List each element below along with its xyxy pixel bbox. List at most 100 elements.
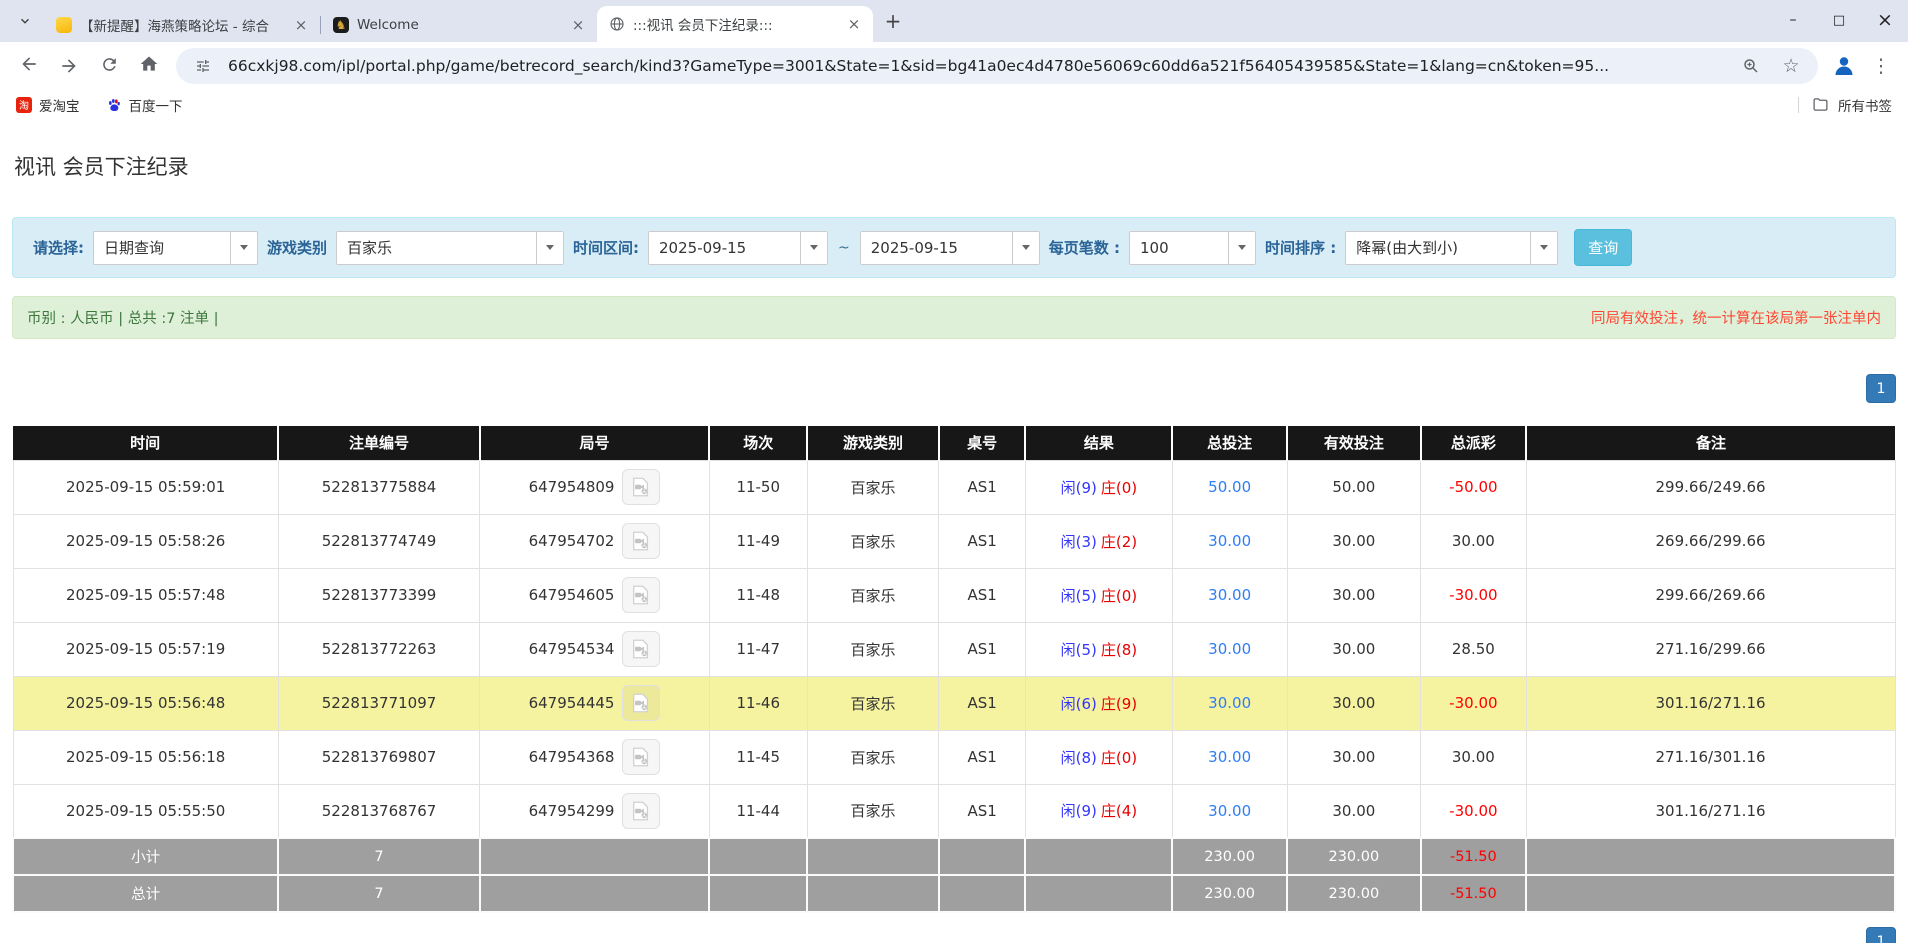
home-button[interactable] [130, 47, 168, 85]
per-page-select[interactable]: 100 [1129, 231, 1256, 265]
bookmark-taobao[interactable]: 淘 爱淘宝 [16, 95, 80, 115]
table-row[interactable]: 2025-09-15 05:57:19 522813772263 6479545… [13, 622, 1895, 676]
query-type-select[interactable]: 日期查询 [93, 231, 258, 265]
page-1-button[interactable]: 1 [1866, 374, 1896, 403]
cell-time: 2025-09-15 05:56:18 [13, 730, 278, 784]
cell-time: 2025-09-15 05:58:26 [13, 514, 278, 568]
bookmark-label: 爱淘宝 [39, 95, 80, 115]
header-round: 局号 [480, 426, 710, 460]
new-tab-button[interactable]: + [879, 7, 907, 35]
result-player: 闲(5) [1061, 587, 1097, 605]
cell-bet-id: 522813769807 [278, 730, 479, 784]
subtotal-label: 小计 [13, 838, 278, 875]
bookmarks-divider [1798, 97, 1799, 113]
video-replay-button[interactable] [622, 469, 660, 505]
cell-total-bet: 30.00 [1172, 514, 1287, 568]
close-tab-icon[interactable]: × [845, 15, 863, 33]
browser-toolbar: 66cxkj98.com/ipl/portal.php/game/betreco… [0, 42, 1908, 90]
close-window-button[interactable]: × [1862, 0, 1908, 40]
table-row[interactable]: 2025-09-15 05:58:26 522813774749 6479547… [13, 514, 1895, 568]
cell-note: 269.66/299.66 [1526, 514, 1895, 568]
forward-arrow-icon [59, 56, 79, 76]
cell-valid-bet: 50.00 [1287, 460, 1421, 514]
url-input[interactable]: 66cxkj98.com/ipl/portal.php/game/betreco… [228, 57, 1726, 75]
table-row[interactable]: 2025-09-15 05:56:48 522813771097 6479544… [13, 676, 1895, 730]
subtotal-row: 小计 7 230.00 230.00 -51.50 [13, 838, 1895, 875]
welcome-favicon-icon: ♞ [333, 17, 349, 33]
cell-total-bet: 30.00 [1172, 568, 1287, 622]
video-replay-icon [630, 638, 652, 660]
reload-button[interactable] [90, 47, 128, 85]
cell-session: 11-47 [709, 622, 807, 676]
tab-betrecord-active[interactable]: :::视讯 会员下注纪录::: × [597, 6, 873, 42]
cell-session: 11-48 [709, 568, 807, 622]
header-valid-bet: 有效投注 [1287, 426, 1421, 460]
forward-button[interactable] [50, 47, 88, 85]
cell-round: 647954702 [480, 514, 710, 568]
date-from-select[interactable]: 2025-09-15 [648, 231, 828, 265]
game-category-label: 游戏类别 [267, 237, 327, 258]
browser-menu-icon[interactable]: ⋮ [1864, 48, 1898, 84]
cell-payout: 30.00 [1421, 514, 1526, 568]
zoom-page-icon[interactable] [1736, 51, 1766, 81]
cell-session: 11-50 [709, 460, 807, 514]
video-replay-button[interactable] [622, 523, 660, 559]
page-1-button[interactable]: 1 [1866, 927, 1896, 943]
table-row[interactable]: 2025-09-15 05:55:50 522813768767 6479542… [13, 784, 1895, 838]
close-tab-icon[interactable]: × [292, 16, 310, 34]
game-category-select[interactable]: 百家乐 [336, 231, 564, 265]
cell-time: 2025-09-15 05:59:01 [13, 460, 278, 514]
tab-search-button[interactable] [10, 7, 40, 37]
per-page-label: 每页笔数 : [1049, 237, 1120, 258]
reload-icon [100, 55, 119, 78]
video-replay-button[interactable] [622, 577, 660, 613]
all-bookmarks-label[interactable]: 所有书签 [1838, 95, 1892, 115]
back-button[interactable] [10, 47, 48, 85]
address-bar[interactable]: 66cxkj98.com/ipl/portal.php/game/betreco… [176, 48, 1818, 84]
cell-table-no: AS1 [939, 730, 1026, 784]
round-number: 647954445 [529, 694, 615, 712]
video-replay-button[interactable] [622, 631, 660, 667]
minimize-button[interactable]: – [1770, 0, 1816, 40]
round-number: 647954299 [529, 802, 615, 820]
cell-result: 闲(9)庄(0) [1025, 460, 1172, 514]
video-replay-icon [630, 746, 652, 768]
search-button[interactable]: 查询 [1574, 229, 1632, 266]
close-tab-icon[interactable]: × [569, 16, 587, 34]
cell-bet-id: 522813773399 [278, 568, 479, 622]
cell-round: 647954445 [480, 676, 710, 730]
page-content: 视讯 会员下注纪录 请选择: 日期查询 游戏类别 百家乐 时间区间: 2025-… [0, 153, 1908, 943]
back-arrow-icon [19, 54, 39, 78]
header-payout: 总派彩 [1421, 426, 1526, 460]
video-replay-button[interactable] [622, 685, 660, 721]
tab-haiyan-forum[interactable]: 【新提醒】海燕策略论坛 - 综合 × [44, 8, 320, 42]
result-player: 闲(8) [1061, 749, 1097, 767]
round-number: 647954368 [529, 748, 615, 766]
cell-game: 百家乐 [807, 460, 939, 514]
maximize-button[interactable]: □ [1816, 0, 1862, 40]
video-replay-button[interactable] [622, 793, 660, 829]
tab-welcome[interactable]: ♞ Welcome × [321, 8, 597, 42]
tab-title: :::视讯 会员下注纪录::: [633, 14, 837, 34]
subtotal-count: 7 [278, 838, 479, 875]
header-time: 时间 [13, 426, 278, 460]
bookmark-baidu[interactable]: 百度一下 [106, 95, 183, 115]
time-sort-select[interactable]: 降幂(由大到小) [1345, 231, 1558, 265]
bookmark-star-icon[interactable]: ☆ [1776, 51, 1806, 81]
baidu-paw-icon [106, 97, 122, 113]
table-row[interactable]: 2025-09-15 05:59:01 522813775884 6479548… [13, 460, 1895, 514]
pagination-top: 1 [12, 374, 1896, 403]
table-row[interactable]: 2025-09-15 05:57:48 522813773399 6479546… [13, 568, 1895, 622]
date-to-select[interactable]: 2025-09-15 [860, 231, 1040, 265]
site-info-icon[interactable] [188, 51, 218, 81]
profile-avatar[interactable] [1826, 48, 1862, 84]
chevron-down-icon [230, 232, 257, 264]
select-type-label: 请选择: [33, 237, 84, 258]
haiyan-favicon-icon [56, 17, 72, 33]
chevron-down-icon [1012, 232, 1039, 264]
video-replay-icon [630, 530, 652, 552]
header-table-no: 桌号 [939, 426, 1026, 460]
table-row[interactable]: 2025-09-15 05:56:18 522813769807 6479543… [13, 730, 1895, 784]
video-replay-button[interactable] [622, 739, 660, 775]
cell-round: 647954605 [480, 568, 710, 622]
